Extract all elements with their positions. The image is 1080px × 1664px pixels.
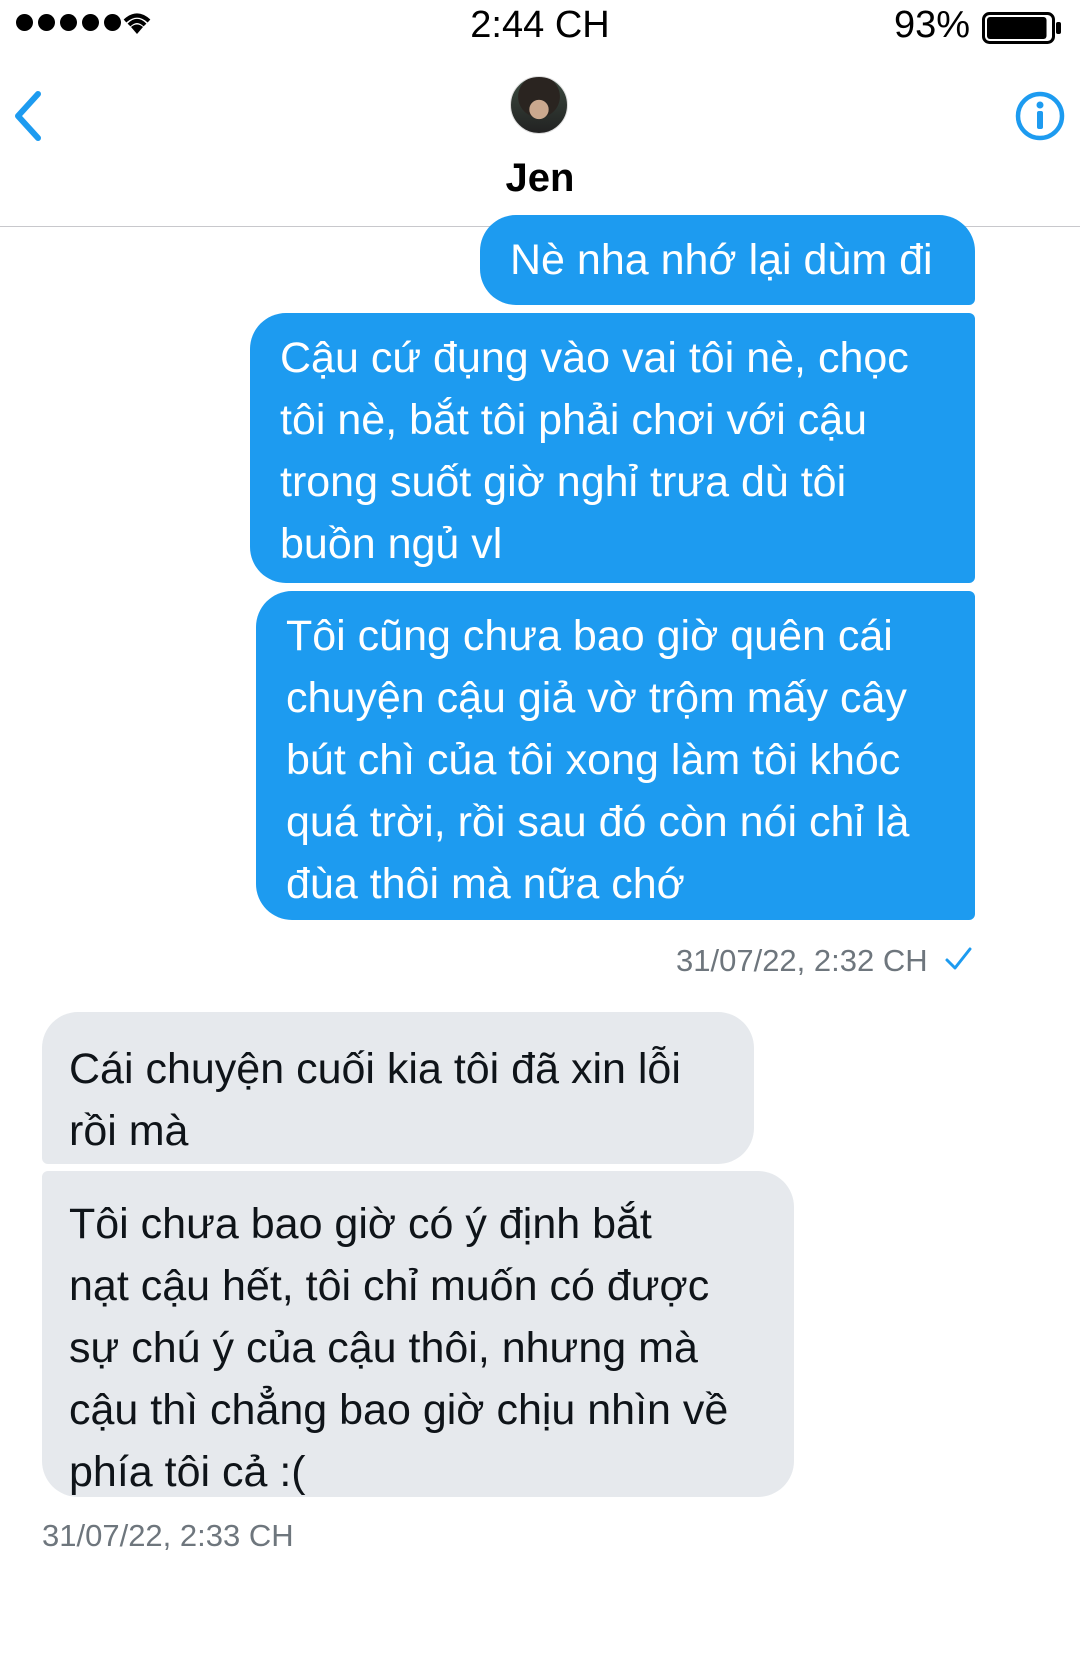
contact-name[interactable]: Jen (0, 156, 1080, 201)
message-timestamp: 31/07/22, 2:32 CH (676, 943, 928, 978)
sent-message[interactable]: Cậu cứ đụng vào vai tôi nè, chọc tôi nè,… (250, 313, 975, 583)
received-message[interactable]: Tôi chưa bao giờ có ý định bắt nạt cậu h… (42, 1171, 794, 1497)
battery-percentage: 93% (893, 4, 970, 46)
info-circle-icon[interactable] (1014, 90, 1066, 142)
sent-message[interactable]: Tôi cũng chưa bao giờ quên cái chuyện cậ… (256, 591, 975, 920)
chevron-left-icon[interactable] (8, 84, 48, 148)
battery-icon (982, 12, 1061, 44)
status-bar: 2:44 CH 93% (0, 0, 1080, 52)
checkmark-icon (945, 947, 972, 970)
message-timestamp: 31/07/22, 2:33 CH (42, 1518, 294, 1553)
avatar[interactable] (510, 76, 568, 134)
received-message[interactable]: Cái chuyện cuối kia tôi đã xin lỗi rồi m… (42, 1012, 754, 1164)
conversation-header: Jen (0, 52, 1080, 227)
sent-message[interactable]: Nè nha nhớ lại dùm đi (480, 215, 975, 305)
